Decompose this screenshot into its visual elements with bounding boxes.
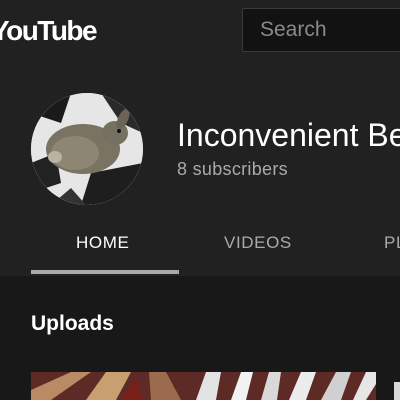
next-thumbnail-edge[interactable] bbox=[394, 382, 400, 400]
active-tab-indicator bbox=[31, 270, 179, 274]
tab-playlists[interactable]: PL bbox=[384, 233, 400, 253]
rabbit-photo bbox=[31, 93, 143, 205]
search-input[interactable] bbox=[243, 9, 400, 51]
thumbnail-image bbox=[31, 372, 376, 400]
tab-videos[interactable]: VIDEOS bbox=[224, 233, 292, 253]
top-bar: YouTube bbox=[0, 0, 400, 66]
youtube-channel-page: YouTube Inconvenient Be 8 subscriber bbox=[0, 0, 400, 400]
channel-avatar[interactable] bbox=[31, 93, 143, 205]
video-thumbnail[interactable] bbox=[31, 372, 376, 400]
channel-name: Inconvenient Be bbox=[177, 117, 400, 153]
section-title-uploads[interactable]: Uploads bbox=[31, 312, 114, 336]
tab-home[interactable]: HOME bbox=[76, 233, 129, 253]
channel-header: Inconvenient Be 8 subscribers HOME VIDEO… bbox=[0, 66, 400, 276]
youtube-logo[interactable]: YouTube bbox=[0, 15, 98, 47]
subscriber-count: 8 subscribers bbox=[177, 159, 288, 179]
search-box[interactable] bbox=[242, 8, 400, 52]
